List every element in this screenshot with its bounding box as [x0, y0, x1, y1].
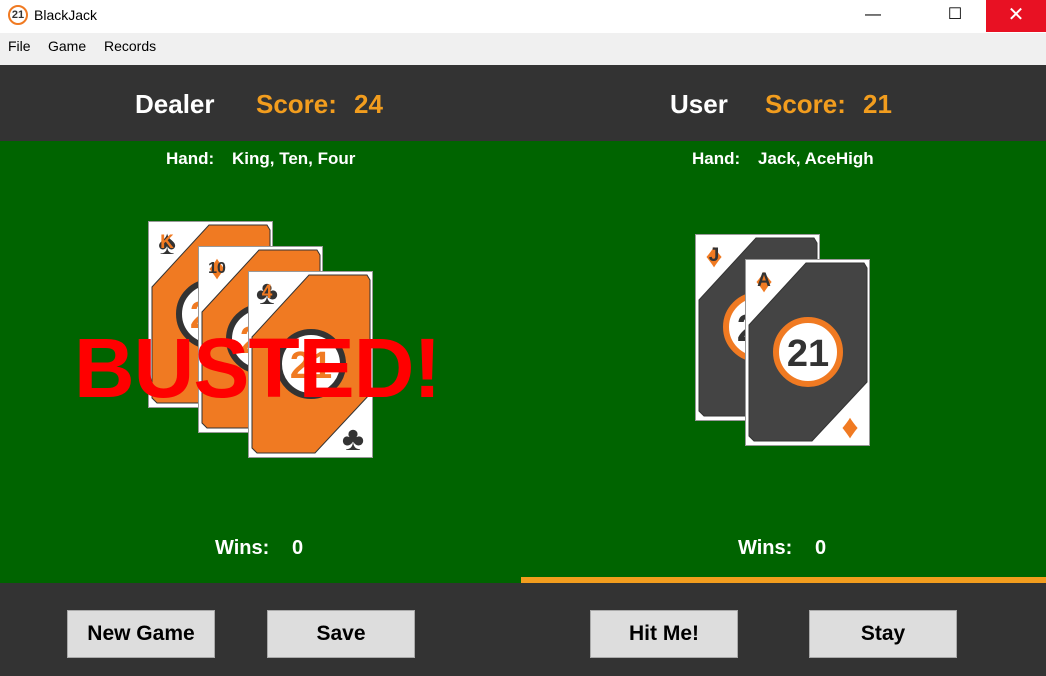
dealer-wins-label: Wins:: [215, 537, 270, 559]
control-panel: New Game Save Hit Me! Stay: [0, 583, 1046, 676]
card-rank: 4: [262, 282, 273, 303]
menu-game[interactable]: Game: [48, 38, 86, 54]
dealer-score: 24: [354, 89, 383, 119]
dealer-wins: 0: [292, 537, 304, 559]
hit-me-button[interactable]: Hit Me!: [590, 610, 738, 658]
card-rank: A: [757, 270, 771, 291]
close-button[interactable]: ✕: [986, 0, 1046, 32]
maximize-button[interactable]: ☐: [932, 0, 978, 32]
stay-button[interactable]: Stay: [809, 610, 957, 658]
clubs-icon: ♣: [342, 420, 364, 457]
minimize-button[interactable]: —: [850, 0, 896, 32]
dealer-hand-label: Hand:: [166, 149, 215, 168]
new-game-button[interactable]: New Game: [67, 610, 215, 658]
window-title: BlackJack: [34, 7, 98, 23]
card-rank: K: [160, 232, 174, 253]
card-rank: 10: [208, 260, 226, 277]
app-icon: 21: [8, 5, 28, 25]
diamonds-icon: ♦: [841, 408, 858, 445]
dealer-hand: King, Ten, Four: [232, 149, 356, 168]
user-score-label: Score:: [765, 89, 846, 119]
user-hand: Jack, AceHigh: [758, 149, 874, 168]
dealer-score-label: Score:: [256, 89, 337, 119]
user-score: 21: [863, 89, 892, 119]
dealer-name: Dealer: [135, 89, 215, 119]
card-rank: J: [709, 245, 720, 266]
user-wins-label: Wins:: [738, 537, 793, 559]
busted-status: BUSTED!: [74, 321, 441, 415]
menu-records[interactable]: Records: [104, 38, 156, 54]
title-bar: 21 BlackJack — ☐ ✕: [0, 0, 1046, 32]
menu-file[interactable]: File: [8, 38, 31, 54]
user-wins: 0: [815, 537, 827, 559]
menu-bar: File Game Records: [0, 33, 1046, 65]
save-button[interactable]: Save: [267, 610, 415, 658]
score-header: Dealer Score: 24 User Score: 21: [0, 65, 1046, 141]
user-hand-label: Hand:: [692, 149, 741, 168]
card-face-graphic: 21♦♦A: [748, 262, 868, 445]
card-logo: 21: [787, 333, 829, 375]
user-name: User: [670, 89, 728, 119]
game-table: Hand: King, Ten, Four Hand: Jack, AceHig…: [0, 141, 1046, 583]
user-card: 21 ♦ ♦ A: [745, 259, 870, 446]
